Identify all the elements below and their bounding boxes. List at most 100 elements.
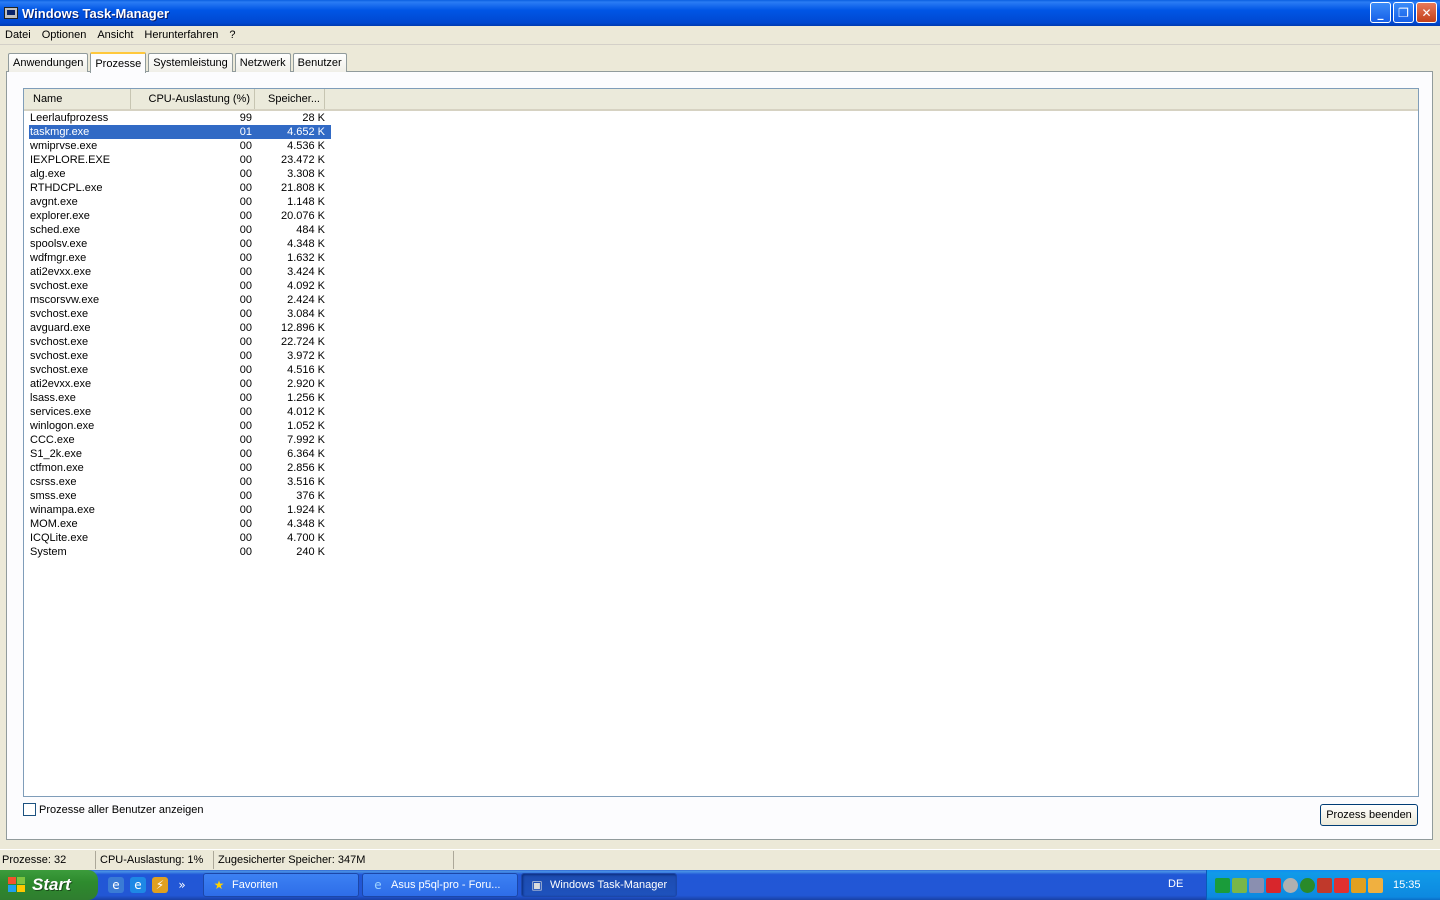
process-row[interactable]: svchost.exe 00 3.972 K <box>29 349 331 363</box>
title-bar[interactable]: Windows Task-Manager _ ❐ ✕ <box>0 0 1440 26</box>
menu-herunterfahren[interactable]: Herunterfahren <box>139 29 224 41</box>
process-cpu: 00 <box>239 546 252 558</box>
tab-systemleistung[interactable]: Systemleistung <box>148 53 233 72</box>
tray-audio-icon[interactable] <box>1283 877 1298 893</box>
tray-icq-icon[interactable] <box>1300 877 1315 893</box>
process-row[interactable]: S1_2k.exe 00 6.364 K <box>29 447 331 461</box>
close-button[interactable]: ✕ <box>1416 2 1437 23</box>
process-cpu: 99 <box>239 112 252 124</box>
process-cpu: 00 <box>239 322 252 334</box>
window-title: Windows Task-Manager <box>22 5 169 21</box>
process-row[interactable]: svchost.exe 00 4.516 K <box>29 363 331 377</box>
process-row[interactable]: services.exe 00 4.012 K <box>29 405 331 419</box>
process-row[interactable]: Leerlaufprozess 99 28 K <box>29 111 331 125</box>
process-row[interactable]: spoolsv.exe 00 4.348 K <box>29 237 331 251</box>
process-cpu: 00 <box>239 238 252 250</box>
process-name: services.exe <box>30 406 92 418</box>
process-cpu: 00 <box>239 392 252 404</box>
tab-netzwerk[interactable]: Netzwerk <box>234 53 291 72</box>
task-label: Favoriten <box>232 879 278 891</box>
process-memory: 4.652 K <box>287 126 325 138</box>
process-memory: 1.148 K <box>287 196 325 208</box>
tray-green-icon[interactable] <box>1215 877 1230 893</box>
column-header-memory[interactable]: Speicher... <box>255 89 325 109</box>
process-memory: 4.012 K <box>287 406 325 418</box>
tray-acrobat-icon[interactable] <box>1334 877 1349 893</box>
process-name: explorer.exe <box>30 210 90 222</box>
process-row[interactable]: avgnt.exe 00 1.148 K <box>29 195 331 209</box>
menu-help[interactable]: ? <box>224 29 241 41</box>
column-header-name[interactable]: Name <box>24 89 131 109</box>
process-row[interactable]: wmiprvse.exe 00 4.536 K <box>29 139 331 153</box>
process-row[interactable]: explorer.exe 00 20.076 K <box>29 209 331 223</box>
menu-ansicht[interactable]: Ansicht <box>92 29 139 41</box>
chevron-more-icon[interactable]: » <box>174 877 190 893</box>
process-name: wmiprvse.exe <box>30 140 98 152</box>
end-process-button[interactable]: Prozess beenden <box>1320 804 1418 826</box>
start-label: Start <box>32 875 71 894</box>
process-row[interactable]: System 00 240 K <box>29 545 331 559</box>
process-cpu: 00 <box>239 378 252 390</box>
process-row[interactable]: ctfmon.exe 00 2.856 K <box>29 461 331 475</box>
process-name: ctfmon.exe <box>30 462 84 474</box>
language-indicator[interactable]: DE <box>1168 878 1183 890</box>
browser-quicklaunch-icon[interactable]: e <box>108 877 124 893</box>
tray-winamp-icon[interactable] <box>1351 877 1366 893</box>
process-row[interactable]: smss.exe 00 376 K <box>29 489 331 503</box>
process-row[interactable]: lsass.exe 00 1.256 K <box>29 391 331 405</box>
process-name: ICQLite.exe <box>30 532 89 544</box>
tab-anwendungen[interactable]: Anwendungen <box>8 53 89 72</box>
process-row[interactable]: RTHDCPL.exe 00 21.808 K <box>29 181 331 195</box>
clock[interactable]: 15:35 <box>1393 879 1421 891</box>
process-row[interactable]: csrss.exe 00 3.516 K <box>29 475 331 489</box>
tab-benutzer[interactable]: Benutzer <box>292 53 347 72</box>
task-task-manager[interactable]: ▣ Windows Task-Manager <box>521 873 677 897</box>
process-row[interactable]: IEXPLORE.EXE 00 23.472 K <box>29 153 331 167</box>
process-row[interactable]: wdfmgr.exe 00 1.632 K <box>29 251 331 265</box>
restore-button[interactable]: ❐ <box>1393 2 1414 23</box>
menu-optionen[interactable]: Optionen <box>37 29 93 41</box>
tab-prozesse[interactable]: Prozesse <box>90 52 147 73</box>
process-memory: 4.516 K <box>287 364 325 376</box>
start-button[interactable]: Start <box>0 870 98 900</box>
process-row[interactable]: winlogon.exe 00 1.052 K <box>29 419 331 433</box>
task-favoriten[interactable]: ★ Favoriten <box>203 873 359 897</box>
process-row[interactable]: alg.exe 00 3.308 K <box>29 167 331 181</box>
process-name: ati2evxx.exe <box>30 266 92 278</box>
process-row[interactable]: CCC.exe 00 7.992 K <box>29 433 331 447</box>
winamp-quicklaunch-icon[interactable]: ⚡ <box>152 877 168 893</box>
tray-volume-icon[interactable] <box>1368 877 1383 893</box>
process-row[interactable]: avguard.exe 00 12.896 K <box>29 321 331 335</box>
ie-quicklaunch-icon[interactable]: e <box>130 877 146 893</box>
status-commit-charge: Zugesicherter Speicher: 347M <box>214 850 454 869</box>
tray-ati-icon[interactable] <box>1266 877 1281 893</box>
show-all-users-checkbox[interactable] <box>23 803 36 816</box>
process-name: sched.exe <box>30 224 81 236</box>
tray-network-icon[interactable] <box>1232 877 1247 893</box>
menu-datei[interactable]: Datei <box>0 29 37 41</box>
process-row[interactable]: svchost.exe 00 4.092 K <box>29 279 331 293</box>
process-list[interactable]: Name CPU-Auslastung (%) Speicher... Leer… <box>23 88 1419 797</box>
process-row[interactable]: svchost.exe 00 22.724 K <box>29 335 331 349</box>
show-all-users-option[interactable]: Prozesse aller Benutzer anzeigen <box>23 803 203 816</box>
process-row[interactable]: taskmgr.exe 01 4.652 K <box>29 125 331 139</box>
process-row[interactable]: ati2evxx.exe 00 3.424 K <box>29 265 331 279</box>
task-label: Asus p5ql-pro - Foru... <box>391 879 501 891</box>
process-row[interactable]: sched.exe 00 484 K <box>29 223 331 237</box>
process-row[interactable]: mscorsvw.exe 00 2.424 K <box>29 293 331 307</box>
process-row[interactable]: MOM.exe 00 4.348 K <box>29 517 331 531</box>
process-row[interactable]: winampa.exe 00 1.924 K <box>29 503 331 517</box>
tray-monitor-icon[interactable] <box>1249 877 1264 893</box>
tray-antivir-icon[interactable] <box>1317 877 1332 893</box>
process-memory: 3.308 K <box>287 168 325 180</box>
column-header-cpu[interactable]: CPU-Auslastung (%) <box>131 89 255 109</box>
task-asus-forum[interactable]: e Asus p5ql-pro - Foru... <box>362 873 518 897</box>
process-name: System <box>30 546 67 558</box>
tab-strip: Anwendungen Prozesse Systemleistung Netz… <box>8 52 349 73</box>
process-name: S1_2k.exe <box>30 448 82 460</box>
taskbar: Start e e ⚡ » ★ Favoriten e Asus p5ql-pr… <box>0 870 1440 900</box>
process-row[interactable]: ICQLite.exe 00 4.700 K <box>29 531 331 545</box>
process-row[interactable]: ati2evxx.exe 00 2.920 K <box>29 377 331 391</box>
process-row[interactable]: svchost.exe 00 3.084 K <box>29 307 331 321</box>
minimize-button[interactable]: _ <box>1370 2 1391 23</box>
